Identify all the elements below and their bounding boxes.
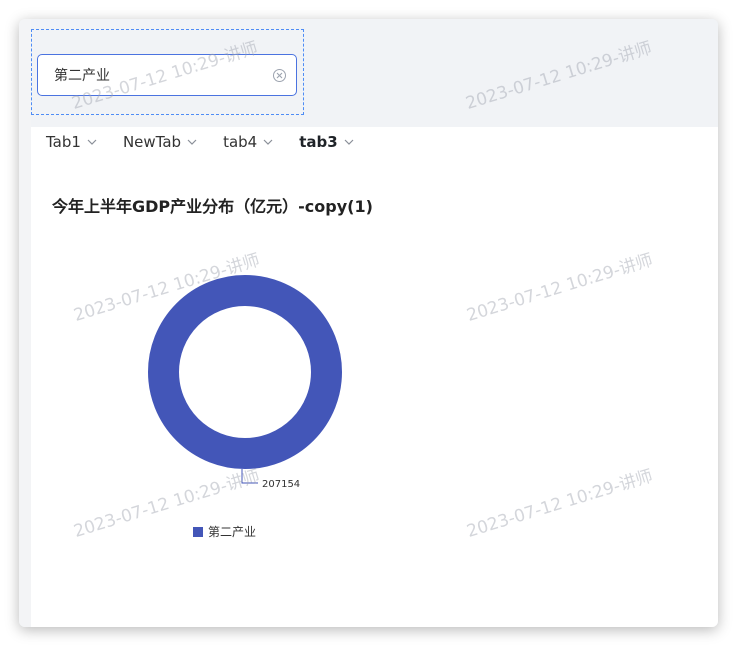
pie-slice[interactable]: [148, 275, 342, 469]
industry-select-value: 第二产业: [54, 68, 110, 84]
donut-chart: 207154: [148, 275, 342, 490]
clear-icon[interactable]: [273, 68, 286, 82]
data-label: 207154: [262, 479, 300, 490]
filter-area: 第二产业: [31, 19, 718, 127]
legend-swatch: [193, 526, 203, 537]
chart-content: Tab1 NewTab tab4 tab3 今年上半年GDP产业分布（亿元）-c…: [31, 127, 718, 627]
close-icon: [276, 72, 283, 78]
legend-label: 第二产业: [208, 525, 257, 539]
chart-legend[interactable]: 第二产业: [193, 523, 256, 540]
filter-widget-frame[interactable]: 第二产业: [31, 29, 304, 115]
industry-select[interactable]: 第二产业: [37, 54, 297, 96]
dashboard-window: 第二产业 Tab1 NewTab tab4 tab3 今年上半年GDP产业分布（…: [19, 19, 718, 627]
label-leader-line: [241, 469, 258, 484]
